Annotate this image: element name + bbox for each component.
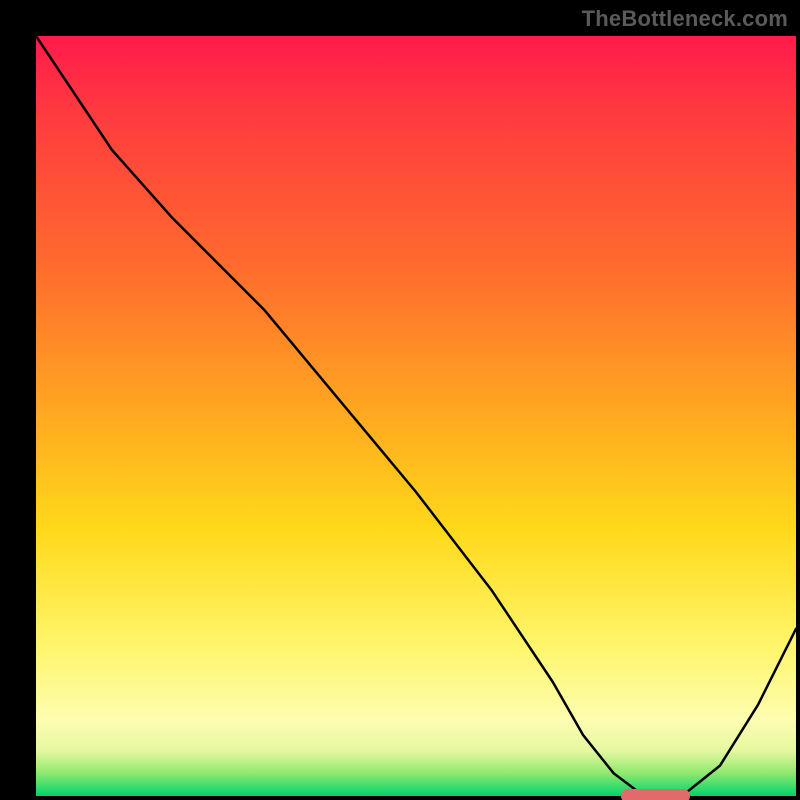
curve-path — [36, 36, 796, 796]
watermark-text: TheBottleneck.com — [582, 6, 788, 32]
curve-svg — [36, 36, 796, 796]
bottleneck-marker — [621, 789, 689, 800]
chart-frame: TheBottleneck.com — [0, 0, 800, 800]
plot-area — [36, 36, 796, 796]
